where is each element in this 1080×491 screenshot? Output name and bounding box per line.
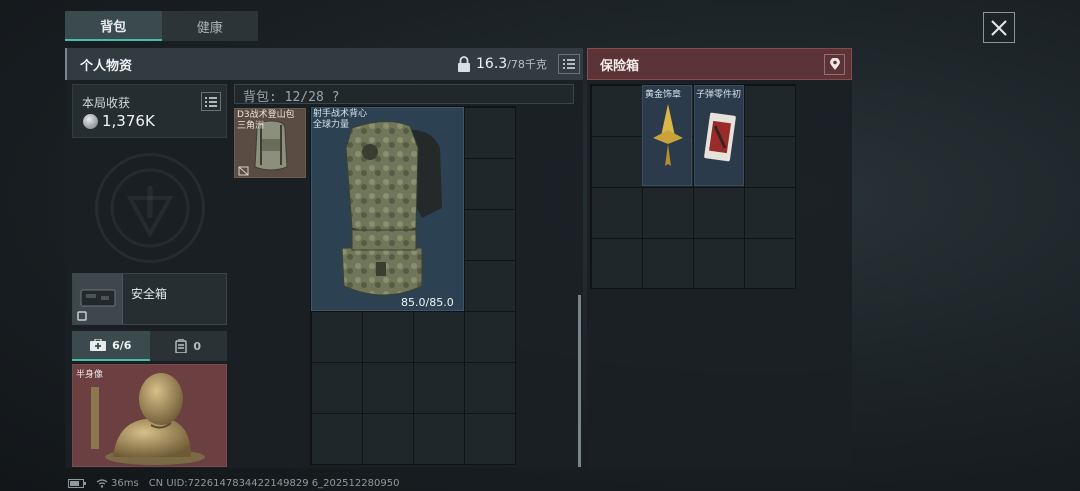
lock-icon	[458, 56, 470, 72]
gold-badge-item-slot[interactable]	[642, 85, 692, 186]
weight-max: /78千克	[507, 58, 547, 71]
personal-panel-title: 个人物资	[80, 59, 133, 74]
medical-count: 6/6	[112, 338, 132, 352]
loot-list-button[interactable]	[201, 92, 221, 111]
loot-label: 本局收获	[82, 96, 131, 110]
user-uid: CN UID:7226147834422149829 6_20251228095…	[148, 478, 400, 489]
quick-slot-tabs: 6/6 0	[72, 331, 227, 361]
top-tabs: 背包 健康	[65, 11, 258, 41]
ammo-parts-item-slot[interactable]	[694, 85, 744, 186]
vest-item-label: 射手战术背心 全球力量	[313, 109, 367, 131]
backpack-scrollbar[interactable]	[578, 295, 581, 467]
vest-name: 射手战术背心	[313, 109, 368, 119]
vest-brand: 全球力量	[313, 120, 350, 130]
ammo-parts-icon	[704, 112, 736, 162]
location-pin-icon	[829, 58, 840, 70]
medkit-icon	[90, 339, 107, 351]
weight-readout: 16.3/78千克	[476, 56, 547, 72]
close-button[interactable]	[983, 12, 1015, 43]
weight-current: 16.3	[476, 56, 508, 72]
backpack-capacity[interactable]: 背包: 12/28 ?	[243, 86, 339, 105]
safe-case-thumbnail	[73, 274, 123, 324]
tab-medical[interactable]: 6/6	[72, 331, 150, 361]
status-bar: 36ms CN UID:7226147834422149829 6_202512…	[68, 478, 399, 489]
faction-emblem-watermark	[95, 153, 205, 263]
bag-name: D3战术登山包	[237, 110, 295, 120]
safe-case-icon	[77, 289, 116, 321]
ping-value: 36ms	[111, 478, 139, 489]
safe-box-title: 保险箱	[600, 59, 640, 74]
bust-statue-icon	[91, 373, 205, 465]
coin-icon	[83, 114, 98, 129]
list-icon	[563, 59, 575, 69]
loot-value: 1,376K	[102, 112, 155, 130]
battery-icon	[68, 479, 86, 488]
safe-case-label: 安全箱	[131, 287, 168, 301]
safe-box-locate-button[interactable]	[824, 54, 845, 75]
tab-health[interactable]: 健康	[161, 11, 258, 41]
vest-item-slot[interactable]	[311, 107, 464, 311]
gold-badge-label: 黄金饰章	[645, 90, 682, 100]
ping-indicator: 36ms	[96, 478, 139, 489]
bust-item-label: 半身像	[76, 370, 104, 380]
close-icon	[991, 19, 1007, 36]
sort-button[interactable]	[558, 54, 580, 74]
list-icon	[205, 96, 217, 107]
wifi-icon	[96, 479, 108, 488]
emblem-icon	[110, 168, 190, 248]
backpack-item-label: D3战术登山包 三角洲	[237, 110, 295, 132]
vest-durability: 85.0/85.0	[401, 296, 454, 309]
safe-box-grid[interactable]	[590, 84, 796, 289]
bag-brand: 三角洲	[237, 121, 265, 131]
tactical-vest-icon	[341, 121, 442, 296]
tab-inventory[interactable]: 背包	[65, 11, 162, 41]
gold-badge-icon	[653, 104, 683, 166]
ammo-parts-label: 子弹零件初	[696, 90, 742, 100]
tab-ammo[interactable]: 0	[149, 331, 227, 361]
ammo-count: 0	[193, 339, 202, 353]
ammo-box-icon	[175, 339, 188, 353]
